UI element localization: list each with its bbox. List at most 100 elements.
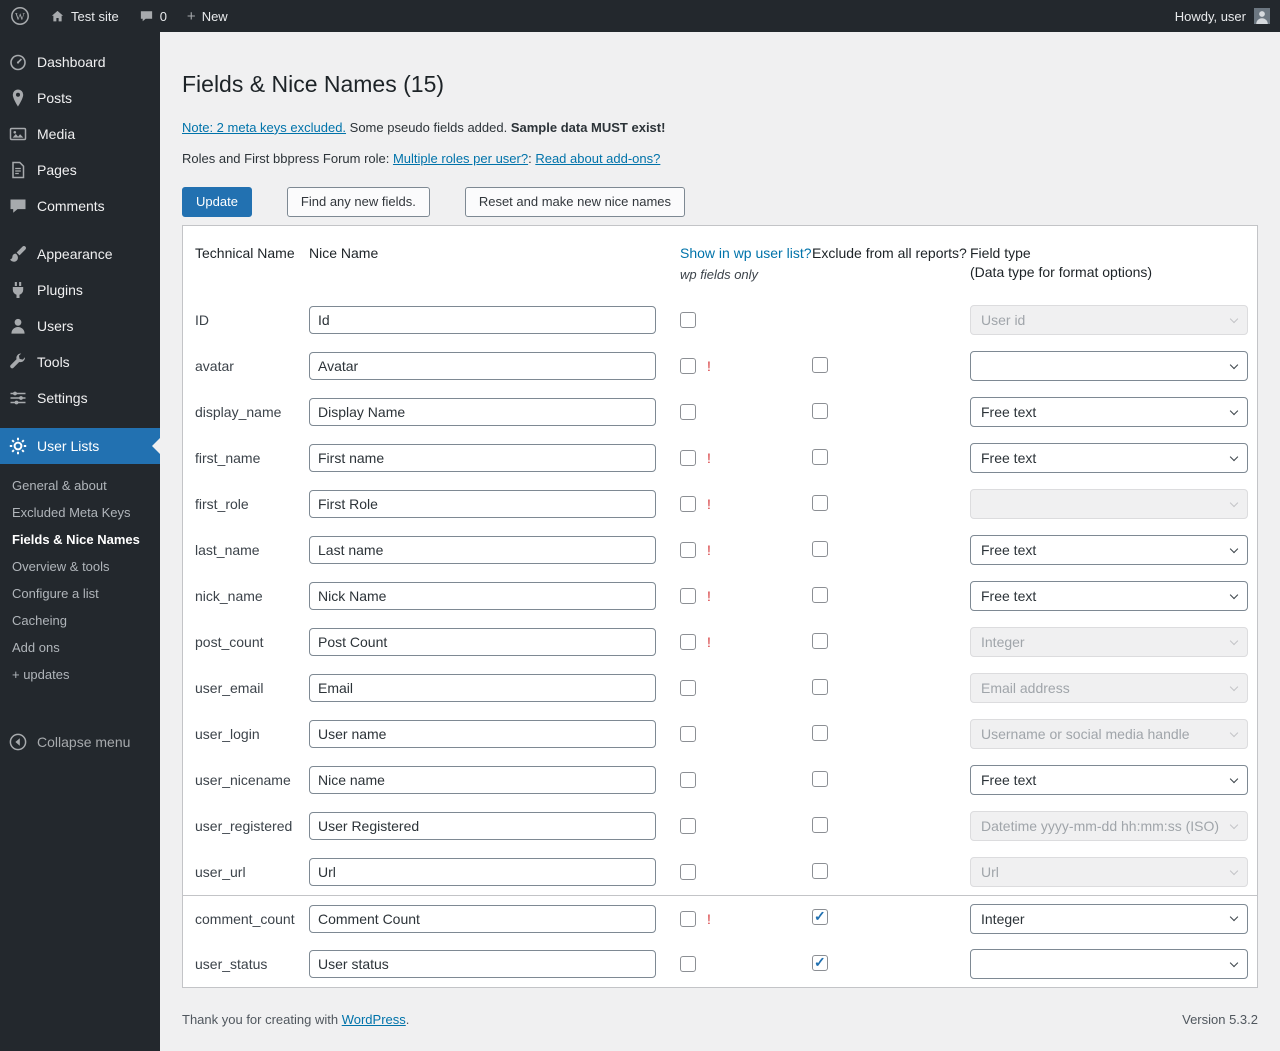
exclude-checkbox[interactable] (812, 541, 828, 557)
field-type-select[interactable]: Url (970, 857, 1248, 887)
nice-name-input[interactable] (309, 444, 656, 472)
exclude-checkbox[interactable] (812, 495, 828, 511)
sidebar-item-posts[interactable]: Posts (0, 80, 160, 116)
exclude-cell (812, 863, 970, 882)
show-in-user-list-checkbox[interactable] (680, 726, 696, 742)
nice-name-input[interactable] (309, 306, 656, 334)
nice-name-input[interactable] (309, 766, 656, 794)
sidebar-item-settings[interactable]: Settings (0, 380, 160, 416)
submenu-item-updates[interactable]: + updates (0, 661, 160, 688)
sidebar-item-plugins[interactable]: Plugins (0, 272, 160, 308)
submenu-item-configure-a-list[interactable]: Configure a list (0, 580, 160, 607)
submenu-item-add-ons[interactable]: Add ons (0, 634, 160, 661)
show-in-user-list-checkbox[interactable] (680, 634, 696, 650)
show-in-user-list-checkbox[interactable] (680, 956, 696, 972)
exclude-checkbox[interactable] (812, 357, 828, 373)
new-content-button[interactable]: + New (177, 0, 238, 32)
show-in-user-list-checkbox[interactable] (680, 404, 696, 420)
submenu-item-overview-tools[interactable]: Overview & tools (0, 553, 160, 580)
field-type-select[interactable]: User id (970, 305, 1248, 335)
wordpress-menu[interactable]: W (0, 0, 40, 32)
exclude-checkbox[interactable] (812, 955, 828, 971)
sidebar-item-comments[interactable]: Comments (0, 188, 160, 224)
show-in-user-list-cell: ! (680, 542, 812, 558)
field-type-select[interactable]: Email address (970, 673, 1248, 703)
field-type-select[interactable]: Datetime yyyy-mm-dd hh:mm:ss (ISO) (970, 811, 1248, 841)
sidebar-item-user-lists[interactable]: User Lists (0, 428, 160, 464)
show-in-user-list-checkbox[interactable] (680, 772, 696, 788)
exclude-checkbox[interactable] (812, 725, 828, 741)
field-type-select[interactable]: Free text (970, 765, 1248, 795)
exclude-cell (812, 541, 970, 560)
table-row: IDUser id (183, 297, 1257, 343)
show-in-user-list-checkbox[interactable] (680, 542, 696, 558)
sidebar-item-users[interactable]: Users (0, 308, 160, 344)
show-in-user-list-checkbox[interactable] (680, 496, 696, 512)
field-type-select[interactable]: Free text (970, 443, 1248, 473)
show-in-user-list-checkbox[interactable] (680, 588, 696, 604)
field-type-select[interactable]: Free text (970, 397, 1248, 427)
nice-name-input[interactable] (309, 582, 656, 610)
nice-name-input[interactable] (309, 628, 656, 656)
meta-keys-excluded-link[interactable]: Note: 2 meta keys excluded. (182, 120, 346, 135)
nice-name-input[interactable] (309, 398, 656, 426)
field-type-select[interactable]: Username or social media handle (970, 719, 1248, 749)
nice-name-input[interactable] (309, 858, 656, 886)
exclude-checkbox[interactable] (812, 863, 828, 879)
sidebar-item-pages[interactable]: Pages (0, 152, 160, 188)
collapse-menu-button[interactable]: Collapse menu (0, 724, 160, 760)
sidebar-item-media[interactable]: Media (0, 116, 160, 152)
field-type-select[interactable]: Integer (970, 627, 1248, 657)
show-in-user-list-checkbox[interactable] (680, 358, 696, 374)
exclude-checkbox[interactable] (812, 633, 828, 649)
update-button[interactable]: Update (182, 187, 252, 217)
sidebar-item-label: Dashboard (37, 54, 106, 70)
sidebar-item-dashboard[interactable]: Dashboard (0, 44, 160, 80)
wordpress-link[interactable]: WordPress (342, 1012, 406, 1027)
multiple-roles-link[interactable]: Multiple roles per user? (393, 151, 528, 166)
field-type-select[interactable] (970, 949, 1248, 979)
nice-name-input[interactable] (309, 536, 656, 564)
field-type-select[interactable]: Free text (970, 535, 1248, 565)
show-in-user-list-link[interactable]: Show in wp user list? (680, 245, 812, 261)
addons-link[interactable]: Read about add-ons? (535, 151, 660, 166)
submenu-item-excluded-meta-keys[interactable]: Excluded Meta Keys (0, 499, 160, 526)
submenu-item-cacheing[interactable]: Cacheing (0, 607, 160, 634)
exclude-checkbox[interactable] (812, 679, 828, 695)
exclude-checkbox[interactable] (812, 587, 828, 603)
nice-name-input[interactable] (309, 812, 656, 840)
submenu-item-fields-nice-names[interactable]: Fields & Nice Names (0, 526, 160, 553)
nice-name-input[interactable] (309, 490, 656, 518)
exclude-checkbox[interactable] (812, 817, 828, 833)
show-in-user-list-checkbox[interactable] (680, 911, 696, 927)
show-in-user-list-checkbox[interactable] (680, 680, 696, 696)
field-type-select[interactable] (970, 489, 1248, 519)
show-in-user-list-checkbox[interactable] (680, 450, 696, 466)
field-type-select[interactable]: Integer (970, 904, 1248, 934)
sidebar-item-appearance[interactable]: Appearance (0, 236, 160, 272)
nice-name-input[interactable] (309, 720, 656, 748)
submenu-item-general-about[interactable]: General & about (0, 472, 160, 499)
nice-name-input[interactable] (309, 352, 656, 380)
show-in-user-list-checkbox[interactable] (680, 312, 696, 328)
comments-shortcut[interactable]: 0 (129, 0, 177, 32)
sidebar-item-tools[interactable]: Tools (0, 344, 160, 380)
exclude-checkbox[interactable] (812, 771, 828, 787)
nice-name-input[interactable] (309, 950, 656, 978)
field-type-value: Free text (981, 772, 1036, 788)
field-type-select[interactable] (970, 351, 1248, 381)
exclude-checkbox[interactable] (812, 403, 828, 419)
site-name-link[interactable]: Test site (40, 0, 129, 32)
field-type-select[interactable]: Free text (970, 581, 1248, 611)
site-name-label: Test site (71, 9, 119, 24)
reset-nice-names-button[interactable]: Reset and make new nice names (465, 187, 685, 217)
nice-name-input[interactable] (309, 905, 656, 933)
exclude-checkbox[interactable] (812, 909, 828, 925)
exclude-checkbox[interactable] (812, 449, 828, 465)
find-new-fields-button[interactable]: Find any new fields. (287, 187, 430, 217)
howdy-label: Howdy, user (1175, 9, 1246, 24)
nice-name-input[interactable] (309, 674, 656, 702)
howdy-account-menu[interactable]: Howdy, user (1165, 0, 1280, 32)
show-in-user-list-checkbox[interactable] (680, 864, 696, 880)
show-in-user-list-checkbox[interactable] (680, 818, 696, 834)
